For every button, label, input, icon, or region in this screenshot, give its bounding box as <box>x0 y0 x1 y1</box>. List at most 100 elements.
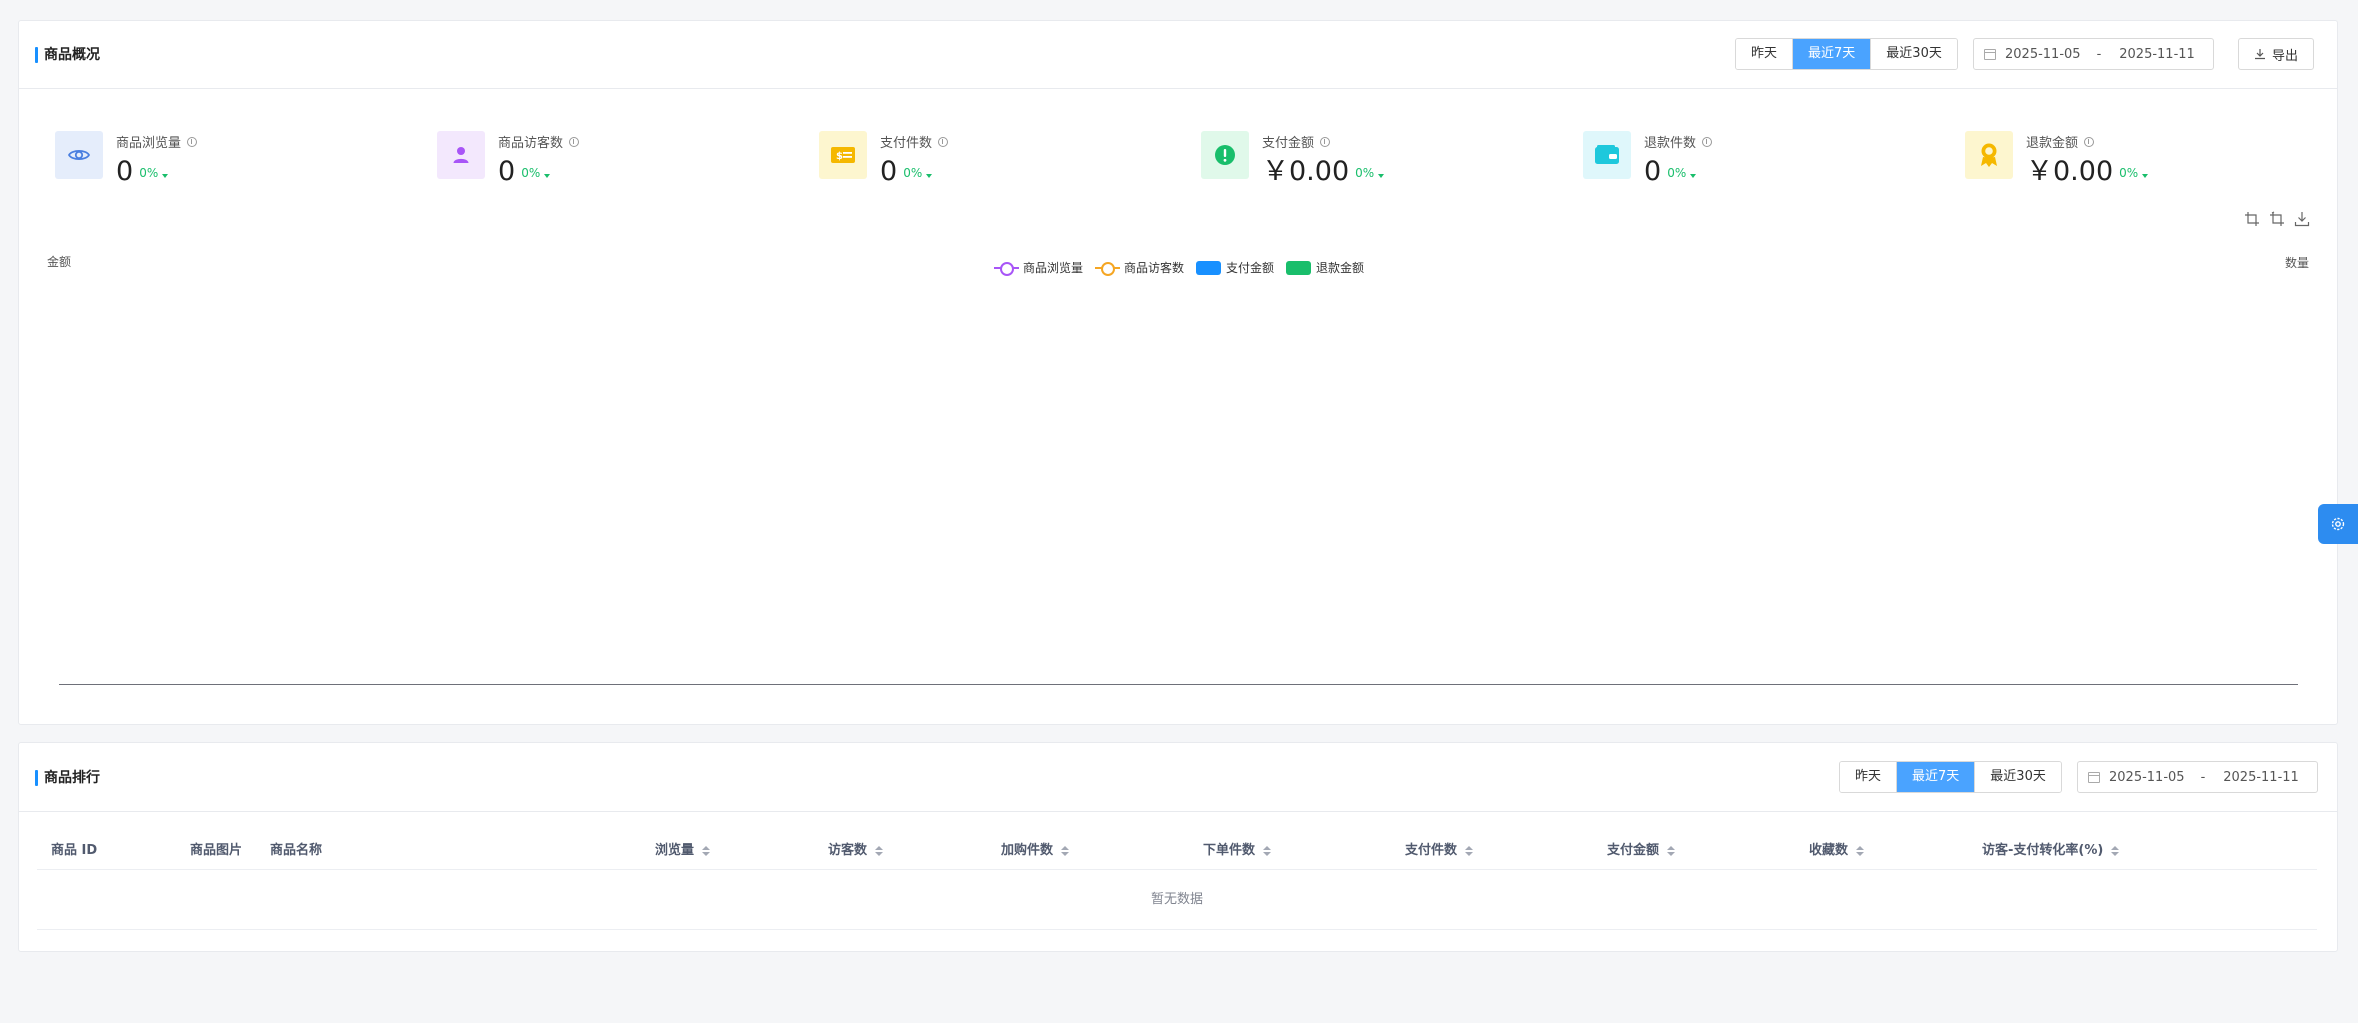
stat-label: 商品浏览量 <box>116 136 182 151</box>
empty-state: 暂无数据 <box>37 870 2317 930</box>
zoom-icon[interactable] <box>2244 211 2260 227</box>
info-icon[interactable] <box>569 136 580 147</box>
period-yesterday-button[interactable]: 昨天 <box>1736 39 1794 69</box>
info-icon[interactable] <box>938 136 949 147</box>
info-icon[interactable] <box>1320 136 1331 147</box>
stat-trend: 0% <box>2119 166 2139 180</box>
chart-x-axis <box>59 684 2298 685</box>
overview-date-range-picker[interactable]: 2025-11-05 - 2025-11-11 <box>1973 38 2214 70</box>
sort-icon[interactable] <box>1263 845 1272 856</box>
legend-item[interactable]: 商品浏览量 <box>994 259 1083 276</box>
trend-down-icon <box>544 174 551 178</box>
stat-trend: 0% <box>521 166 541 180</box>
period-7days-button[interactable]: 最近7天 <box>1793 39 1872 69</box>
y-axis-left-name: 金额 <box>47 255 72 269</box>
ranking-date-range-picker[interactable]: 2025-11-05 - 2025-11-11 <box>2077 761 2318 793</box>
sort-icon[interactable] <box>702 845 711 856</box>
settings-float-button[interactable] <box>2318 504 2358 544</box>
stat-trend: 0% <box>1355 166 1375 180</box>
calendar-icon <box>1984 48 1996 60</box>
stat-value: 0 <box>880 156 898 187</box>
stat-icon-box <box>1965 131 2013 179</box>
sort-icon[interactable] <box>1856 845 1865 856</box>
legend-line-marker <box>1095 261 1121 276</box>
chart-legend: 商品浏览量 商品访客数 支付金额 退款金额 <box>994 259 1376 276</box>
stat-trend: 0% <box>1667 166 1687 180</box>
date-end: 2025-11-11 <box>2119 46 2195 62</box>
date-separator: - <box>2096 46 2102 62</box>
period-30days-button[interactable]: 最近30天 <box>1871 39 1957 69</box>
legend-bar-marker <box>1196 260 1222 275</box>
ranking-table: 商品 ID 商品图片 商品名称 浏览量 访客数 加购件数 下单件数 支付件数 支… <box>37 831 2317 930</box>
sort-icon[interactable] <box>1465 845 1474 856</box>
stat-item: $ 支付件数 0 0% <box>819 131 1159 211</box>
trend-down-icon <box>1378 174 1385 178</box>
column-header-sortable[interactable]: 收藏数 <box>1809 831 1865 870</box>
y-axis-right-name: 数量 <box>2285 256 2310 270</box>
sort-icon[interactable] <box>875 845 884 856</box>
column-header-sortable[interactable]: 访客数 <box>828 831 884 870</box>
stat-item: 商品浏览量 0 0% <box>55 131 395 211</box>
overview-title: 商品概况 <box>35 47 100 63</box>
export-button[interactable]: 导出 <box>2238 38 2315 70</box>
date-start: 2025-11-05 <box>2109 769 2185 785</box>
info-icon[interactable] <box>2084 136 2095 147</box>
column-header-sortable[interactable]: 下单件数 <box>1203 831 1272 870</box>
stat-icon-box: $ <box>819 131 867 179</box>
info-icon[interactable] <box>187 136 198 147</box>
export-label: 导出 <box>2272 48 2299 64</box>
stat-item: 支付金额 ￥0.00 0% <box>1201 131 1541 211</box>
overview-card: 商品概况 昨天 最近7天 最近30天 2025-11-05 - 2025-11-… <box>18 20 2338 725</box>
ranking-card: 商品排行 昨天 最近7天 最近30天 2025-11-05 - 2025-11-… <box>18 742 2338 952</box>
legend-bar-marker <box>1286 260 1312 275</box>
trend-down-icon <box>2142 174 2149 178</box>
column-header: 商品名称 <box>270 843 323 858</box>
calendar-icon <box>2088 771 2100 783</box>
date-start: 2025-11-05 <box>2005 46 2081 62</box>
stat-label: 退款件数 <box>1644 136 1697 151</box>
stat-value: ￥0.00 <box>1262 156 1350 187</box>
overview-period-selector: 昨天 最近7天 最近30天 <box>1735 38 1958 70</box>
stat-trend: 0% <box>139 166 159 180</box>
stat-item: 商品访客数 0 0% <box>437 131 777 211</box>
overview-header: 商品概况 昨天 最近7天 最近30天 2025-11-05 - 2025-11-… <box>19 21 2337 89</box>
trend-down-icon <box>1690 174 1697 178</box>
period-yesterday-button[interactable]: 昨天 <box>1840 762 1898 792</box>
award-icon <box>1981 143 1997 167</box>
sort-icon[interactable] <box>2111 845 2120 856</box>
period-7days-button[interactable]: 最近7天 <box>1897 762 1976 792</box>
save-image-icon[interactable] <box>2294 211 2310 227</box>
zoom-reset-icon[interactable] <box>2269 211 2285 227</box>
legend-label: 商品浏览量 <box>1023 261 1084 275</box>
download-icon <box>2255 49 2265 60</box>
stat-item: 退款件数 0 0% <box>1583 131 1923 211</box>
column-header-sortable[interactable]: 浏览量 <box>655 831 711 870</box>
legend-item[interactable]: 支付金额 <box>1196 259 1274 276</box>
legend-item[interactable]: 商品访客数 <box>1095 259 1184 276</box>
chart-toolbox <box>2244 211 2310 227</box>
period-30days-button[interactable]: 最近30天 <box>1975 762 2061 792</box>
stat-value: 0 <box>1644 156 1662 187</box>
sort-icon[interactable] <box>1061 845 1070 856</box>
stat-value: 0 <box>498 156 516 187</box>
svg-text:$: $ <box>836 151 843 162</box>
column-header-sortable[interactable]: 支付件数 <box>1405 831 1474 870</box>
legend-item[interactable]: 退款金额 <box>1286 259 1364 276</box>
column-header-sortable[interactable]: 访客-支付转化率(%) <box>1982 831 2120 870</box>
column-header-sortable[interactable]: 加购件数 <box>1001 831 1070 870</box>
ranking-period-selector: 昨天 最近7天 最近30天 <box>1839 761 2062 793</box>
stat-label: 退款金额 <box>2026 136 2079 151</box>
stat-icon-box <box>437 131 485 179</box>
column-header-sortable[interactable]: 支付金额 <box>1607 831 1676 870</box>
column-header: 商品图片 <box>190 843 243 858</box>
eye-icon <box>67 149 91 161</box>
info-icon[interactable] <box>1702 136 1713 147</box>
trend-down-icon <box>926 174 933 178</box>
sort-icon[interactable] <box>1667 845 1676 856</box>
ranking-title: 商品排行 <box>35 770 100 786</box>
legend-label: 退款金额 <box>1316 261 1365 275</box>
legend-label: 支付金额 <box>1226 261 1275 275</box>
wallet-icon <box>1595 145 1619 164</box>
money-icon <box>1215 145 1235 165</box>
legend-label: 商品访客数 <box>1124 261 1185 275</box>
